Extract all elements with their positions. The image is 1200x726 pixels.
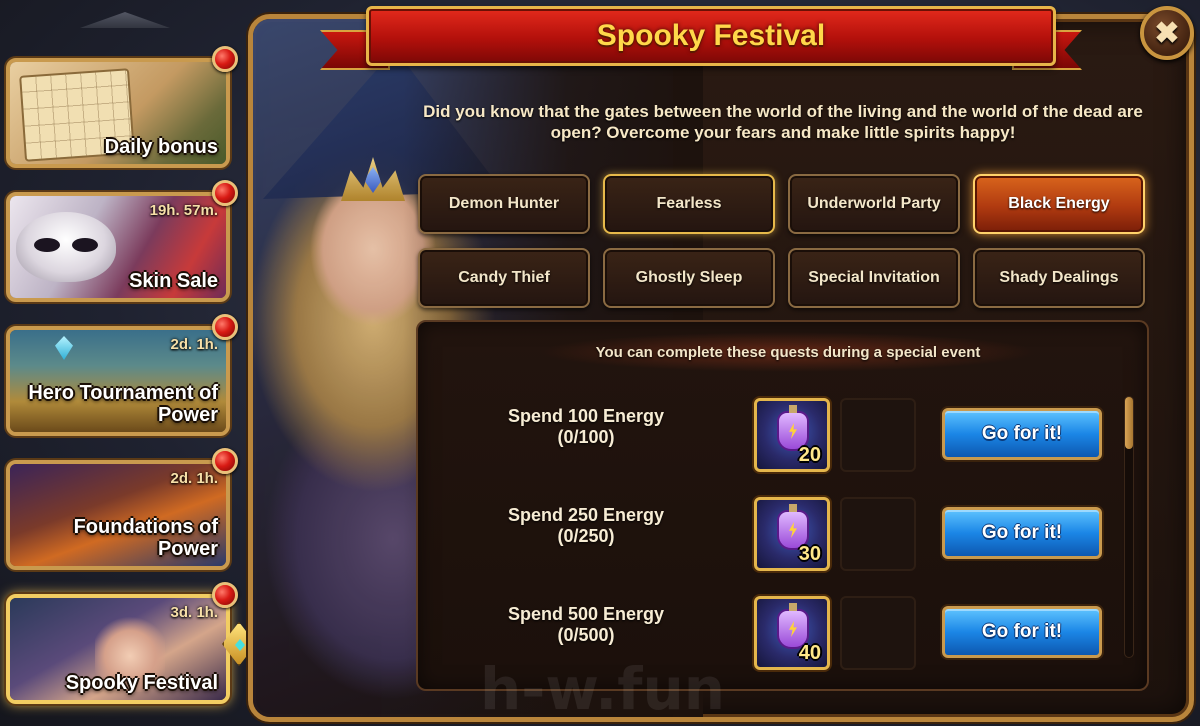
mask-icon (16, 212, 116, 282)
quest-progress: (0/500) (557, 625, 615, 645)
watermark: h-w.fun (480, 655, 726, 723)
event-sidebar: Daily bonus 19h. 57m. Skin Sale 2d. 1h. … (0, 0, 256, 726)
notification-dot-icon (212, 448, 238, 474)
reward-count: 40 (798, 642, 821, 664)
notification-dot-icon (212, 582, 238, 608)
tab-shady-dealings[interactable]: Shady Dealings (973, 248, 1145, 308)
quest-progress: (0/250) (557, 526, 615, 546)
event-card-timer: 19h. 57m. (149, 202, 218, 219)
tab-underworld-party[interactable]: Underworld Party (788, 174, 960, 234)
event-card-label: Foundations of Power (73, 516, 218, 560)
event-card-foundations-of-power[interactable]: 2d. 1h. Foundations of Power (6, 460, 230, 570)
tab-demon-hunter[interactable]: Demon Hunter (418, 174, 590, 234)
scroll-up-arrow-icon[interactable] (80, 12, 170, 28)
empty-reward-slot (840, 497, 916, 571)
quest-title: Spend 100 Energy (507, 406, 665, 426)
go-for-it-button[interactable]: Go for it! (942, 507, 1102, 559)
event-card-label: Daily bonus (104, 136, 218, 158)
reward-count: 30 (798, 543, 821, 565)
notification-dot-icon (212, 46, 238, 72)
quest-scrollbar[interactable] (1124, 396, 1134, 658)
event-card-timer: 2d. 1h. (170, 336, 218, 353)
quest-row: Spend 100 Energy (0/100) 20 Go for it! (418, 394, 1147, 474)
reward-slot[interactable]: 30 (754, 497, 830, 571)
notification-dot-icon (212, 180, 238, 206)
event-card-label: Spooky Festival (65, 672, 218, 694)
event-card-label: Skin Sale (129, 270, 218, 292)
event-card-timer: 2d. 1h. (170, 470, 218, 487)
event-card-hero-tournament[interactable]: 2d. 1h. Hero Tournament of Power (6, 326, 230, 436)
event-card-spooky-festival[interactable]: 3d. 1h. Spooky Festival (6, 594, 230, 704)
event-description: Did you know that the gates between the … (423, 102, 1143, 142)
tab-candy-thief[interactable]: Candy Thief (418, 248, 590, 308)
empty-reward-slot (840, 596, 916, 670)
tab-special-invitation[interactable]: Special Invitation (788, 248, 960, 308)
reward-slot[interactable]: 40 (754, 596, 830, 670)
quest-list-header: You can complete these quests during a s… (538, 332, 1038, 372)
tab-ghostly-sleep[interactable]: Ghostly Sleep (603, 248, 775, 308)
event-card-label: Hero Tournament of Power (28, 382, 218, 426)
close-icon: ✖ (1154, 16, 1180, 50)
event-card-timer: 3d. 1h. (170, 604, 218, 621)
quest-list-panel: You can complete these quests during a s… (416, 320, 1149, 691)
go-for-it-button[interactable]: Go for it! (942, 408, 1102, 460)
event-card-daily-bonus[interactable]: Daily bonus (6, 58, 230, 168)
page-title: Spooky Festival (596, 19, 826, 52)
title-banner: Spooky Festival (366, 6, 1056, 66)
notification-dot-icon (212, 314, 238, 340)
tab-fearless[interactable]: Fearless (603, 174, 775, 234)
reward-slot[interactable]: 20 (754, 398, 830, 472)
event-card-skin-sale[interactable]: 19h. 57m. Skin Sale (6, 192, 230, 302)
scrollbar-thumb[interactable] (1125, 397, 1133, 449)
quest-progress: (0/100) (557, 427, 615, 447)
quest-row: Spend 250 Energy (0/250) 30 Go for it! (418, 493, 1147, 573)
close-button[interactable]: ✖ (1140, 6, 1194, 60)
tab-black-energy[interactable]: Black Energy (973, 174, 1145, 234)
quest-title: Spend 250 Energy (507, 505, 665, 525)
go-for-it-button[interactable]: Go for it! (942, 606, 1102, 658)
gem-icon (55, 336, 73, 360)
reward-count: 20 (798, 444, 821, 466)
quest-title: Spend 500 Energy (507, 604, 665, 624)
empty-reward-slot (840, 398, 916, 472)
